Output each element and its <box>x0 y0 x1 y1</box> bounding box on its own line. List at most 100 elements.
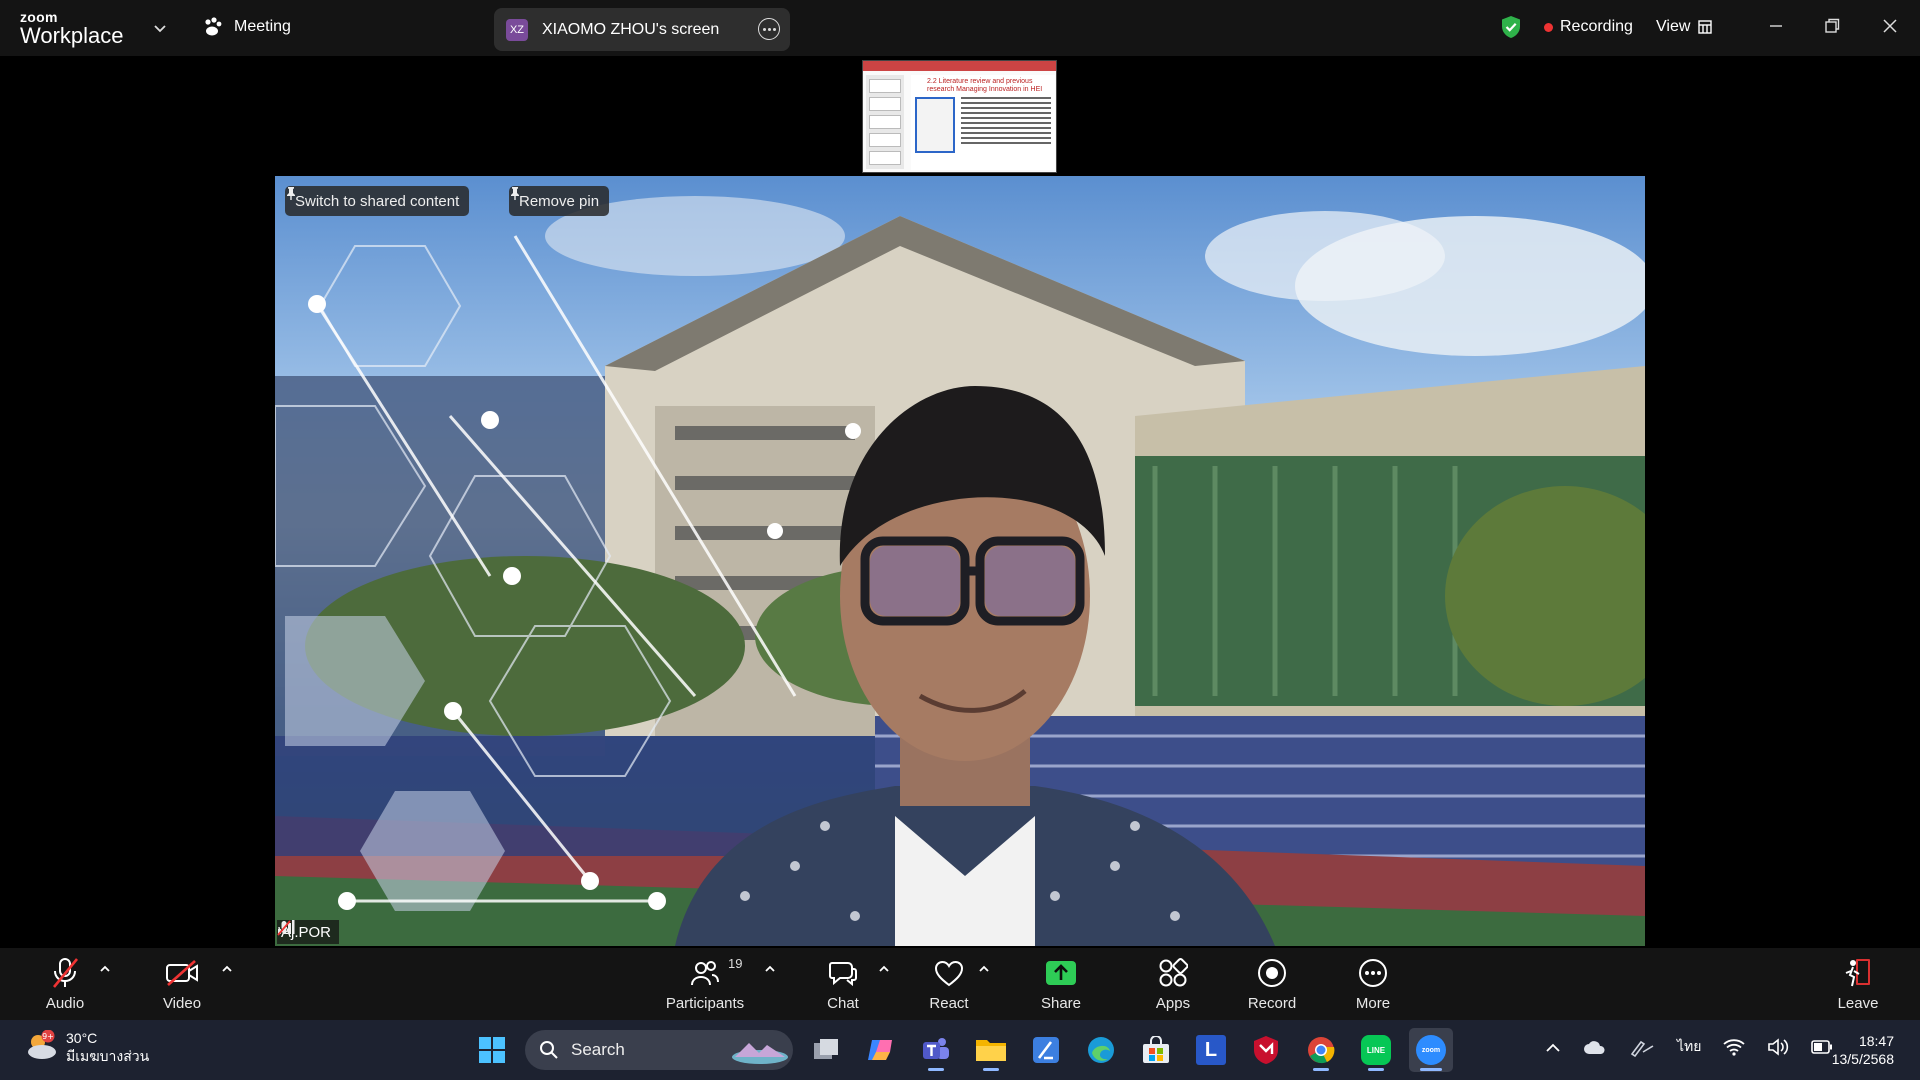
taskbar-clock[interactable]: 18:47 13/5/2568 <box>1832 1032 1894 1068</box>
more-label: More <box>1355 995 1391 1012</box>
participant-name-tag: Aj.POR <box>277 920 340 944</box>
meeting-paw-icon <box>205 17 222 36</box>
weather-temperature: 30°C <box>66 1030 98 1046</box>
search-icon <box>540 1041 558 1059</box>
pin-icon <box>287 187 295 200</box>
sharer-avatar: XZ <box>506 18 528 41</box>
logo-small-text: zoom <box>20 9 58 25</box>
weather-badge: 9+ <box>42 1032 54 1041</box>
zoom-app-icon: zoom <box>1416 1035 1446 1065</box>
chrome-running-indicator <box>1313 1068 1329 1071</box>
video-label: Video <box>162 995 202 1012</box>
shared-screen-indicator[interactable]: XZ XIAOMO ZHOU's screen <box>494 8 790 51</box>
apps-grid-icon <box>1159 958 1188 987</box>
onedrive-cloud-icon[interactable] <box>1583 1039 1607 1055</box>
search-label: Search <box>571 1040 625 1059</box>
input-language-indicator[interactable]: ไทย <box>1677 1036 1701 1058</box>
more-ellipsis-icon <box>1359 959 1387 987</box>
top-bar: zoom Workplace Meeting XZ XIAOMO ZHOU's … <box>0 0 1920 56</box>
drawing-app[interactable] <box>1024 1028 1068 1072</box>
more-options-icon[interactable] <box>758 18 780 40</box>
chat-bubble-icon <box>829 962 857 987</box>
volume-icon[interactable] <box>1767 1038 1789 1056</box>
minimize-icon[interactable] <box>1766 16 1786 36</box>
switch-to-shared-content-label: Switch to shared content <box>295 192 460 210</box>
edge-browser-app[interactable] <box>1079 1028 1123 1072</box>
heart-icon <box>934 960 964 987</box>
record-button[interactable]: Record <box>1229 956 1315 1016</box>
restore-icon[interactable] <box>1822 16 1842 36</box>
meeting-menu[interactable]: Meeting <box>202 17 291 37</box>
encryption-shield-icon[interactable] <box>1500 15 1522 39</box>
mcafee-app[interactable] <box>1244 1028 1288 1072</box>
participants-icon <box>691 961 719 986</box>
teams-icon <box>923 1038 949 1059</box>
video-off-icon <box>166 960 198 986</box>
video-button[interactable]: Video <box>139 956 225 1016</box>
video-options-caret-icon[interactable] <box>220 962 234 976</box>
file-explorer-app[interactable] <box>969 1028 1013 1072</box>
audio-options-caret-icon[interactable] <box>98 962 112 976</box>
taskbar-search[interactable]: Search <box>525 1030 793 1070</box>
search-highlight-mountains-icon <box>732 1043 788 1064</box>
windows-taskbar: 9+ 30°C มีเมฆบางส่วน Search L LINE zoom … <box>0 1020 1920 1080</box>
thumbnail-slide: 2.2 Literature review and previous resea… <box>911 75 1055 170</box>
participants-options-caret-icon[interactable] <box>763 962 777 976</box>
logo-big-text: Workplace <box>20 23 124 48</box>
pen-input-icon[interactable] <box>1629 1037 1655 1057</box>
thumbnail-document-image <box>915 97 955 153</box>
close-icon[interactable] <box>1880 16 1900 36</box>
chrome-icon <box>1308 1037 1335 1064</box>
chevron-down-icon[interactable] <box>152 20 168 36</box>
system-tray: ไทย <box>1545 1036 1833 1058</box>
show-hidden-icons-chevron-up-icon[interactable] <box>1545 1041 1561 1053</box>
mcafee-shield-icon <box>1254 1036 1278 1064</box>
recording-indicator[interactable]: Recording <box>1544 18 1633 36</box>
react-label: React <box>929 995 969 1012</box>
line-app[interactable]: LINE <box>1354 1028 1398 1072</box>
microsoft-store-app[interactable] <box>1134 1028 1178 1072</box>
participants-button[interactable]: 19 Participants <box>661 956 749 1016</box>
more-button[interactable]: More <box>1330 956 1416 1016</box>
task-view-button[interactable] <box>804 1028 848 1072</box>
copilot-app[interactable] <box>859 1028 903 1072</box>
participants-label: Participants <box>665 995 745 1012</box>
chat-button[interactable]: Chat <box>800 956 886 1016</box>
store-bag-icon <box>1143 1036 1169 1063</box>
zoom-logo[interactable]: zoom Workplace <box>20 10 124 47</box>
thumbnail-ribbon <box>863 61 1056 71</box>
chat-options-caret-icon[interactable] <box>877 962 891 976</box>
thumbnail-slide-list <box>866 75 904 169</box>
l-app-icon: L <box>1196 1035 1226 1065</box>
shared-content-thumbnail[interactable]: 2.2 Literature review and previous resea… <box>862 60 1057 173</box>
audio-button[interactable]: Audio <box>22 956 108 1016</box>
participant-video[interactable]: Switch to shared content Remove pin Aj.P… <box>275 176 1645 946</box>
weather-widget[interactable]: 9+ 30°C มีเมฆบางส่วน <box>24 1030 149 1065</box>
clock-date: 13/5/2568 <box>1831 1051 1894 1068</box>
meeting-toolbar: Audio Video 19 Participants Chat React S… <box>0 948 1920 1020</box>
leave-button[interactable]: Leave <box>1815 956 1901 1016</box>
zoom-active-indicator <box>1420 1068 1442 1071</box>
start-button[interactable] <box>470 1028 514 1072</box>
share-button[interactable]: Share <box>1018 956 1104 1016</box>
leave-door-icon <box>1845 959 1870 987</box>
shared-screen-title: XIAOMO ZHOU's screen <box>542 20 720 38</box>
react-options-caret-icon[interactable] <box>977 962 991 976</box>
l-app[interactable]: L <box>1189 1028 1233 1072</box>
switch-to-shared-content-button[interactable]: Switch to shared content <box>285 186 470 216</box>
apps-button[interactable]: Apps <box>1130 956 1216 1016</box>
participants-count: 19 <box>728 956 743 971</box>
recording-dot-icon <box>1544 22 1553 32</box>
record-label: Record <box>1247 995 1297 1012</box>
muted-mic-icon <box>277 920 291 936</box>
remove-pin-button[interactable]: Remove pin <box>509 186 610 216</box>
wifi-icon[interactable] <box>1723 1038 1746 1056</box>
teams-app[interactable] <box>914 1028 958 1072</box>
view-button[interactable]: View <box>1656 18 1713 36</box>
zoom-app[interactable]: zoom <box>1409 1028 1453 1072</box>
battery-icon[interactable] <box>1811 1040 1833 1054</box>
thumbnail-slide-title: 2.2 Literature review and previous resea… <box>927 78 1043 93</box>
chat-label: Chat <box>827 995 859 1012</box>
chrome-browser-app[interactable] <box>1299 1028 1343 1072</box>
line-running-indicator <box>1368 1068 1384 1071</box>
